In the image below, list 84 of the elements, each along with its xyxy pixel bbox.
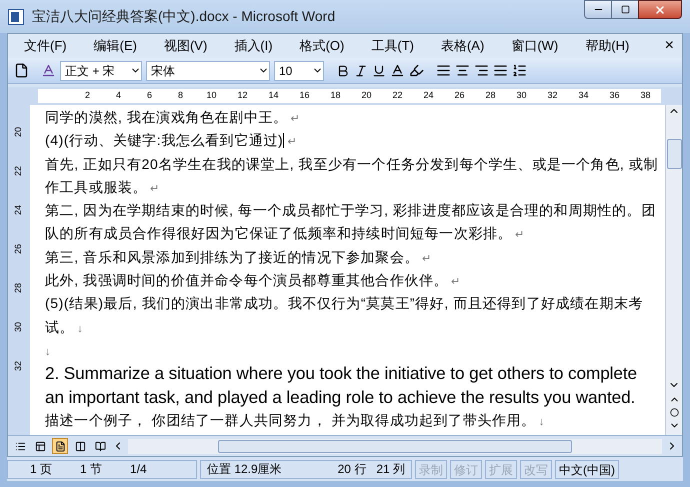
view-icon [94, 440, 106, 452]
ruler-number: 20 [12, 127, 24, 138]
paragraph-mark: ↓ [45, 346, 50, 358]
menu-item[interactable]: 格式(O) [298, 36, 346, 56]
minimize-button[interactable] [584, 0, 612, 19]
ruler-number: 22 [391, 89, 404, 102]
view-icon [74, 440, 86, 452]
view-icon [34, 440, 46, 452]
style-dropdown[interactable]: 正文 + 宋 [60, 60, 142, 80]
maximize-button[interactable] [612, 0, 638, 19]
highlight-icon[interactable] [409, 63, 424, 78]
ruler-number: 8 [176, 89, 184, 102]
underline-icon[interactable] [372, 64, 386, 78]
ruler-number: 20 [360, 89, 372, 102]
menu-item[interactable]: 窗口(W) [509, 36, 560, 56]
style-icon[interactable] [41, 63, 56, 78]
align-center-icon[interactable] [455, 63, 470, 78]
menu-item[interactable]: 文件(F) [22, 36, 69, 56]
ruler-number: 34 [577, 89, 590, 102]
ruler-number: 6 [146, 89, 153, 102]
ruler-number: 28 [484, 89, 496, 102]
ruler-number: 24 [12, 205, 24, 216]
ruler-number: 28 [12, 283, 24, 294]
scroll-thumb[interactable] [218, 440, 572, 452]
view-button[interactable] [52, 438, 68, 454]
menu-item[interactable]: 插入(I) [232, 36, 275, 56]
align-right-icon[interactable] [474, 63, 489, 78]
line-number: 20 行 [338, 461, 366, 478]
font-dropdown[interactable]: 宋体 [146, 60, 270, 80]
line-spacing-icon[interactable] [512, 63, 527, 78]
ruler-number: 30 [515, 89, 528, 102]
browse-object-icon[interactable] [670, 408, 678, 417]
italic-icon[interactable] [354, 64, 368, 78]
ruler-number: 10 [205, 89, 218, 102]
ruler-number: 38 [639, 89, 652, 102]
document-paragraph: 同学的漠然, 我在演戏角色在剧中王。 ↵ [45, 109, 300, 125]
window-title: 宝洁八大问经典答案(中文).docx - Microsoft Word [32, 7, 336, 26]
close-icon [654, 4, 666, 16]
close-document-button[interactable]: × [664, 34, 674, 58]
document-paragraph: 第二, 因为在学期结束的时候, 每一个成员都忙于学习, 彩排进度都应该是合理的和周期性的。团队的所有成员合作得很好因为它保证了低频率和持续时间短每一次彩排。 ↵ [45, 202, 656, 242]
page-count: 1/4 [130, 461, 147, 478]
ruler-number: 30 [12, 322, 24, 332]
new-document-icon[interactable] [14, 63, 29, 78]
bold-icon[interactable] [336, 64, 350, 78]
document-paragraph: (4)(行动、关键字:我怎么看到它通过) [45, 132, 284, 148]
menu-item[interactable]: 表格(A) [438, 36, 486, 56]
ruler-number: 4 [114, 89, 122, 102]
document-paragraph: 描述一个例子， 你团结了一群人共同努力， 并为取得成功起到了带头作用。 ↓ [45, 412, 545, 428]
menu-item[interactable]: 视图(V) [162, 36, 210, 56]
section-number: 1 节 [80, 461, 102, 478]
ruler-number: 12 [236, 89, 248, 102]
paragraph-mark: ↵ [287, 136, 297, 148]
ruler-number: 14 [267, 89, 280, 102]
language-indicator[interactable]: 中文(中国) [555, 460, 619, 478]
ruler-number: 2 [84, 89, 91, 102]
font-size-dropdown[interactable]: 10 [274, 60, 324, 80]
font-color-icon[interactable] [390, 63, 405, 78]
document-paragraph: 第三, 音乐和风景添加到排练为了接近的情况下参加聚会。 ↵ [45, 248, 432, 265]
word-document-icon [8, 8, 24, 24]
ruler-number: 16 [298, 89, 310, 102]
document-paragraph: (5)(结果)最后, 我们的演出非常成功。我不仅行为“莫莫王”得好, 而且还得到了好成绩在期末考试。 ↓ [45, 295, 644, 335]
ruler-number: 18 [329, 89, 342, 102]
ruler-number: 36 [608, 89, 620, 102]
distribute-icon[interactable] [493, 63, 508, 78]
scroll-thumb[interactable] [666, 139, 682, 169]
document-paragraph: 首先, 正如只有20名学生在我的课堂上, 我至少有一个任务分发到每个学生、或是一个角色, 或制作工具或服装。 ↵ [45, 156, 658, 195]
ruler-number: 32 [12, 361, 24, 372]
menu-item[interactable]: 编辑(E) [92, 36, 139, 56]
justify-icon[interactable] [436, 63, 451, 78]
ruler-number: 32 [546, 89, 558, 102]
menu-item[interactable]: 工具(T) [369, 36, 416, 56]
cursor-position: 位置 12.9厘米 [207, 461, 282, 478]
menu-item[interactable]: 帮助(H) [583, 36, 632, 56]
view-icon [54, 440, 66, 452]
ruler-number: 24 [422, 89, 434, 102]
document-heading: 2. Summarize a situation where you took the initiative to get others to complete an important task, and played a leading role to achieve the results you wanted. [45, 362, 638, 409]
page-number: 1 页 [30, 461, 52, 478]
close-button[interactable] [638, 0, 682, 19]
ruler-number: 26 [453, 89, 466, 102]
maximize-icon [620, 5, 630, 14]
ruler-number: 26 [12, 244, 24, 254]
ruler-number: 22 [12, 166, 24, 176]
column-number: 21 列 [376, 461, 405, 478]
document-paragraph: 此外, 我强调时间的价值并命令每个演员都尊重其他合作伙伴。 ↵ [45, 272, 461, 288]
